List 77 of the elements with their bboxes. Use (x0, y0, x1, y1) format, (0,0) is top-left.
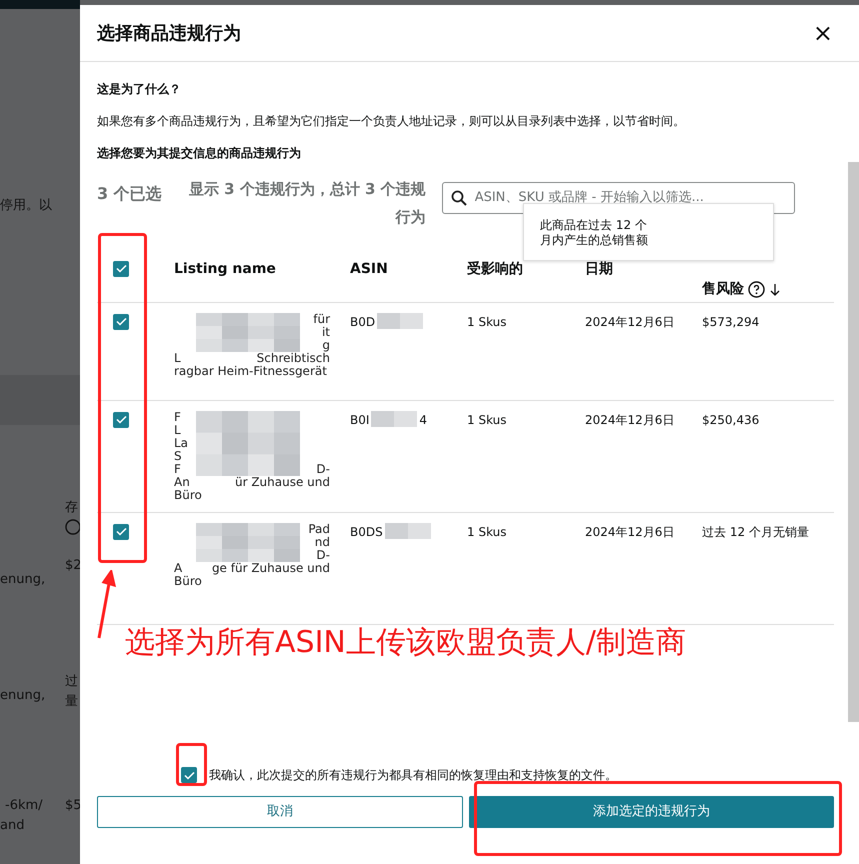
listing-name-text: A (174, 562, 182, 575)
listing-name-text: Schreibtisch (256, 352, 330, 365)
column-header: 日期 (585, 261, 613, 277)
confirm-label: 我确认，此次提交的所有违规行为都具有相同的恢复理由和支持恢复的文件。 (209, 767, 617, 784)
asin-text: B0D (350, 314, 376, 331)
search-icon (450, 190, 467, 206)
table-cell: $573,294 (702, 315, 760, 329)
annotation-arrow (96, 570, 118, 640)
column-header: ASIN (350, 261, 388, 277)
table-cell: 2024年12月6日 (585, 525, 674, 539)
checkmark-icon (116, 264, 126, 273)
background-text: $2 (65, 557, 80, 575)
column-header: Listing name (174, 261, 276, 277)
table-cell: 1 Skus (467, 525, 507, 539)
listing-name-text: L (174, 424, 181, 437)
redaction-mosaic (384, 523, 431, 539)
redaction-mosaic (371, 411, 418, 427)
listing-name-text: D- (316, 463, 330, 476)
highlight-frame (176, 743, 207, 786)
sort-arrow-icon[interactable] (769, 283, 781, 296)
table-cell: 过去 12 个月无销量 (702, 525, 809, 539)
table-cell: 2024年12月6日 (585, 413, 674, 427)
table-cell: 1 Skus (467, 413, 507, 427)
listing-name-text: Büro (174, 489, 202, 502)
checkmark-icon (116, 415, 126, 424)
column-header: 售风险 (702, 280, 744, 299)
asin-text: B0I (350, 412, 370, 429)
background-text: enung, (0, 571, 46, 589)
checkbox[interactable] (181, 767, 197, 783)
listing-name-text: ge für Zuhause und (212, 562, 330, 575)
column-header: 受影响的 (467, 261, 523, 277)
background-text: -6km/ (5, 797, 43, 815)
listing-name-text: Büro (174, 575, 202, 588)
checkbox[interactable] (113, 260, 129, 276)
listing-name-text: F (174, 411, 181, 424)
section-heading: 选择您要为其提交信息的商品违规行为 (97, 145, 302, 162)
listing-name-text: g (322, 339, 330, 352)
redaction-mosaic (377, 313, 424, 329)
description-text: 如果您有多个商品违规行为，且希望为它们指定一个负责人地址记录，则可以从目录列表中选择，以节省时间。 (97, 113, 686, 130)
showing-count: 显示 3 个违规行为，总计 3 个违规行为 (188, 179, 426, 228)
table-cell: 2024年12月6日 (585, 315, 674, 329)
table-cell: $250,436 (702, 413, 760, 427)
selected-count: 3 个已选 (97, 183, 162, 205)
background-text: 停用。以 (0, 197, 52, 215)
listing-name-text: ragbar Heim-Fitnessgerät (174, 365, 327, 378)
background-text: enung, (0, 687, 46, 705)
listing-name-text: ür Zuhause und (234, 476, 330, 489)
background-text: 过 (65, 673, 78, 691)
background-text: and (0, 817, 24, 835)
asin-text: B0DS (350, 524, 383, 541)
checkmark-icon (116, 317, 126, 326)
asin-text: 4 (419, 412, 428, 429)
add-button[interactable]: 添加选定的违规行为 (469, 796, 834, 828)
cancel-button[interactable]: 取消 (97, 796, 463, 828)
annotation-text: 选择为所有ASIN上传该欧盟负责人/制造商 (125, 624, 686, 662)
listing-name-text: An (174, 476, 190, 489)
listing-name-text: S (174, 450, 182, 463)
checkmark-icon (116, 527, 126, 536)
listing-name-text: L (174, 352, 181, 365)
listing-name-text: nd (314, 536, 330, 549)
close-button[interactable]: × (812, 21, 833, 45)
listing-name-text: F (174, 463, 181, 476)
checkbox[interactable] (113, 524, 129, 540)
table-cell: 1 Skus (467, 315, 507, 329)
background-text: 量 (65, 693, 78, 711)
background-text: 存 (65, 499, 78, 517)
listing-name-text: D- (316, 549, 330, 562)
section-heading: 这是为了什么？ (97, 81, 182, 98)
checkbox[interactable] (113, 412, 129, 428)
listing-name-text: für (313, 313, 330, 326)
tooltip: 此商品在过去 12 个 月内产生的总销售额 (523, 203, 774, 261)
listing-name-text: La (174, 437, 188, 450)
modal-title: 选择商品违规行为 (97, 22, 241, 46)
checkbox[interactable] (113, 314, 129, 330)
listing-name-text: Pad (308, 523, 330, 536)
checkmark-icon (184, 770, 194, 780)
listing-name-text: it (322, 326, 330, 339)
